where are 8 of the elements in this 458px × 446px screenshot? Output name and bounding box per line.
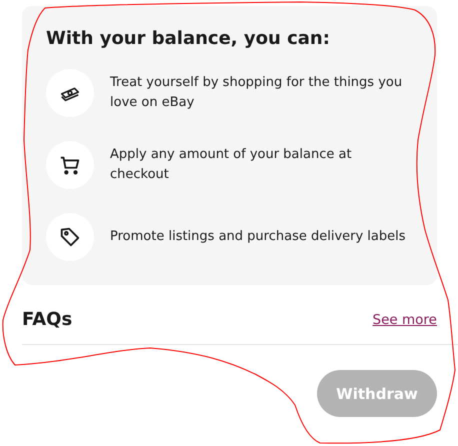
benefit-text: Promote listings and purchase delivery labels	[110, 228, 406, 246]
tag-icon	[59, 226, 81, 248]
cart-icon	[59, 154, 81, 176]
benefits-title: With your balance, you can:	[46, 28, 331, 49]
faqs-title: FAQs	[22, 309, 72, 330]
benefit-text: Apply any amount of your balance at checkout	[110, 146, 353, 184]
benefit-text: Treat yourself by shopping for the things you love on eBay	[110, 74, 404, 112]
see-more-link[interactable]: See more	[372, 312, 437, 328]
